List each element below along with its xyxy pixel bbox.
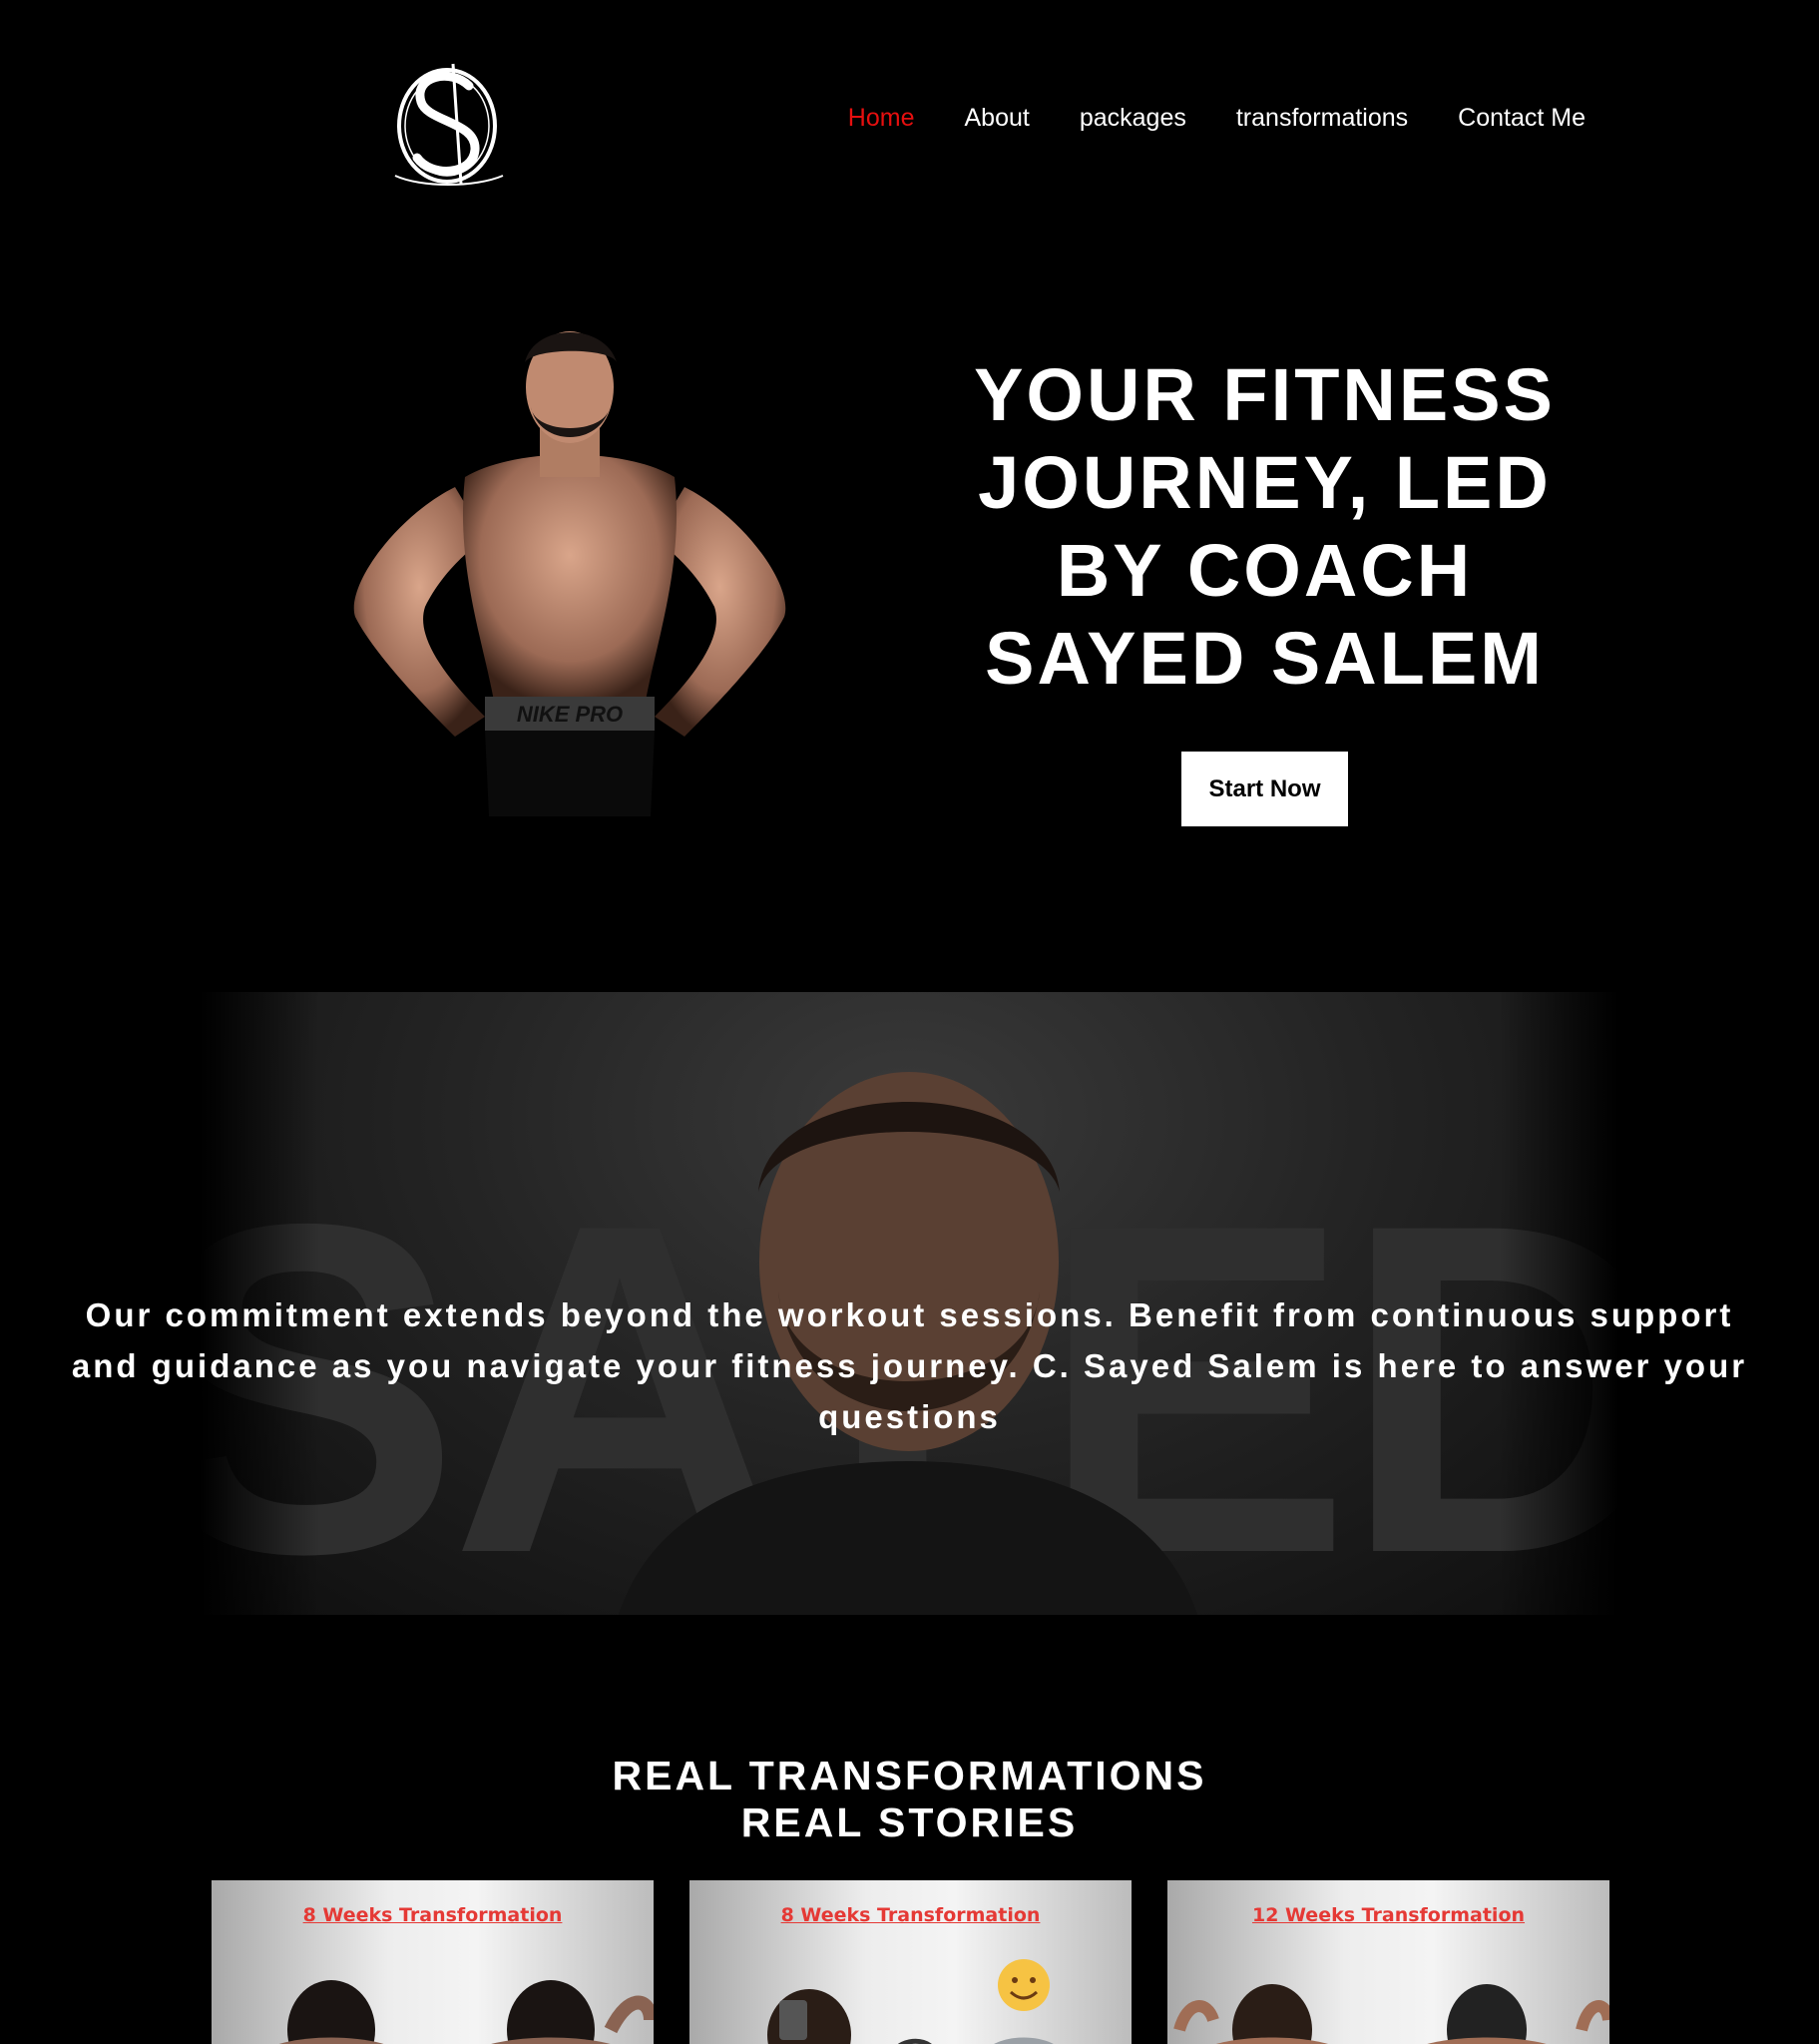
hero-title-line: SAYED SALEM — [985, 617, 1545, 700]
ss-monogram-logo-icon[interactable] — [391, 56, 507, 190]
transformation-cards: 8 Weeks Transformation 8 Weeks Transform… — [212, 1880, 1609, 2044]
transformation-card[interactable]: 12 Weeks Transformation — [1167, 1880, 1609, 2044]
start-now-button[interactable]: Start Now — [1181, 752, 1348, 826]
section-title-line: REAL TRANSFORMATIONS — [612, 1753, 1207, 1798]
support-message-text: Our commitment extends beyond the workou… — [71, 1296, 1748, 1435]
nav-transformations-link[interactable]: transformations — [1236, 104, 1408, 133]
hero-title: YOUR FITNESS JOURNEY, LED BY COACH SAYED… — [898, 351, 1631, 703]
card-label: 8 Weeks Transformation — [302, 1904, 563, 1926]
nav-packages-link[interactable]: packages — [1080, 104, 1186, 133]
transformation-card[interactable]: 8 Weeks Transformation — [212, 1880, 654, 2044]
transformation-card[interactable]: 8 Weeks Transformation — [689, 1880, 1132, 2044]
transformations-section-title: REAL TRANSFORMATIONS REAL STORIES — [0, 1753, 1819, 1846]
nav-contact-link[interactable]: Contact Me — [1458, 104, 1586, 133]
hero-title-line: JOURNEY, LED — [978, 441, 1552, 524]
section-title-line: REAL STORIES — [740, 1799, 1079, 1845]
svg-text:NIKE PRO: NIKE PRO — [517, 702, 623, 727]
coach-hero-photo: NIKE PRO — [335, 317, 804, 816]
main-nav: Home About packages transformations Cont… — [848, 104, 1586, 133]
hero-title-line: YOUR FITNESS — [974, 353, 1556, 436]
hero-title-line: BY COACH — [1056, 529, 1474, 612]
card-label: 12 Weeks Transformation — [1251, 1904, 1526, 1926]
nav-home-link[interactable]: Home — [848, 104, 915, 133]
card-label: 8 Weeks Transformation — [780, 1904, 1041, 1926]
nav-about-link[interactable]: About — [964, 104, 1029, 133]
page: Home About packages transformations Cont… — [0, 0, 1819, 2044]
